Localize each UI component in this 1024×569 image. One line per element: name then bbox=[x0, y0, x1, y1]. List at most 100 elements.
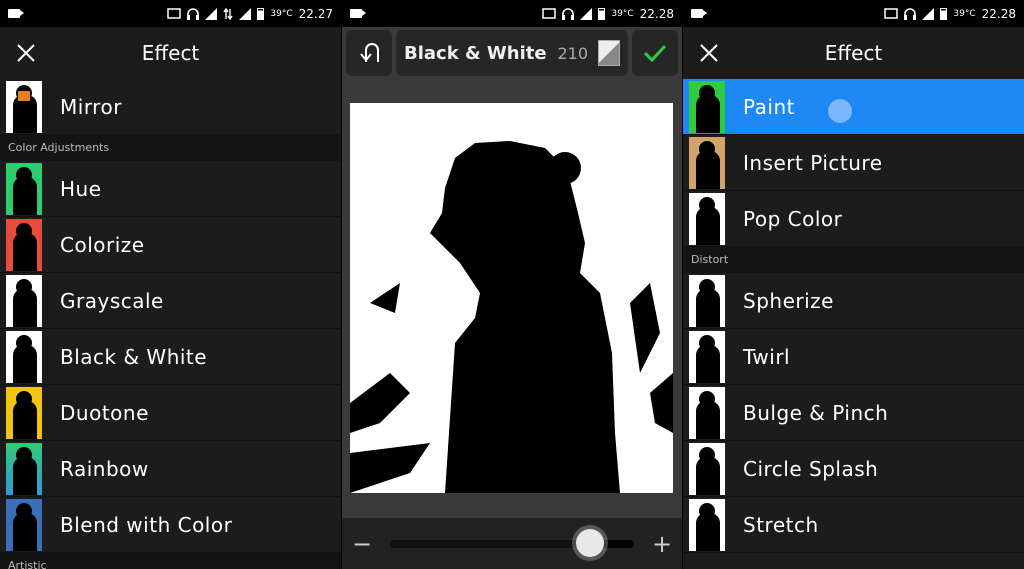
effect-thumbnail bbox=[689, 274, 725, 327]
editor-toolbar: Black & White 210 bbox=[342, 27, 682, 79]
section-header-color-adjustments: Color Adjustments bbox=[0, 135, 341, 161]
threshold-slider-bar: − + bbox=[342, 518, 682, 569]
effect-item-circle-splash[interactable]: Circle Splash bbox=[683, 441, 1024, 497]
effect-item-stretch[interactable]: Stretch bbox=[683, 497, 1024, 553]
effect-thumbnail bbox=[6, 386, 42, 439]
effect-label: Twirl bbox=[743, 344, 791, 369]
video-icon bbox=[350, 9, 366, 18]
effect-label: Circle Splash bbox=[743, 456, 879, 481]
effect-label: Black & White bbox=[60, 344, 208, 369]
effect-label: Mirror bbox=[60, 94, 122, 119]
effect-label: Bulge & Pinch bbox=[743, 400, 889, 425]
effect-thumbnail bbox=[6, 162, 42, 215]
effect-thumbnail bbox=[689, 386, 725, 439]
effect-item-duotone[interactable]: Duotone bbox=[0, 385, 341, 441]
effect-thumbnail bbox=[689, 80, 725, 133]
effect-label: Hue bbox=[60, 176, 102, 201]
status-bar: 39°C 22.28 bbox=[683, 0, 1024, 27]
temperature-text: 39°C bbox=[611, 8, 634, 19]
check-icon bbox=[643, 44, 667, 63]
effect-label: Paint bbox=[743, 94, 795, 119]
headphones-icon bbox=[187, 7, 200, 20]
headphones-icon bbox=[904, 7, 917, 20]
effect-thumbnail bbox=[6, 80, 42, 133]
effect-label: Grayscale bbox=[60, 288, 164, 313]
effect-thumbnail bbox=[689, 136, 725, 189]
touch-ripple bbox=[828, 99, 852, 123]
silhouette-image bbox=[350, 103, 673, 493]
effect-label: Blend with Color bbox=[60, 512, 233, 537]
slider-handle[interactable] bbox=[576, 528, 605, 557]
effect-label: Rainbow bbox=[60, 456, 149, 481]
effect-thumbnail bbox=[689, 498, 725, 551]
battery-icon bbox=[598, 7, 606, 20]
video-icon bbox=[691, 9, 707, 18]
effect-label: Duotone bbox=[60, 400, 149, 425]
effect-thumbnail bbox=[689, 192, 725, 245]
image-canvas[interactable] bbox=[350, 103, 673, 493]
effect-settings-box[interactable]: Black & White 210 bbox=[396, 30, 628, 76]
effect-item-black-and-white[interactable]: Black & White bbox=[0, 329, 341, 385]
effect-item-twirl[interactable]: Twirl bbox=[683, 329, 1024, 385]
color-swatch-icon[interactable] bbox=[598, 40, 620, 66]
clock-text: 22.28 bbox=[639, 6, 674, 21]
app-bar: Effect bbox=[683, 27, 1024, 79]
cast-icon bbox=[884, 7, 899, 19]
signal-icon bbox=[580, 7, 593, 20]
battery-icon bbox=[257, 7, 265, 20]
temperature-text: 39°C bbox=[270, 8, 293, 19]
close-button[interactable] bbox=[0, 27, 52, 79]
effect-item-mirror[interactable]: Mirror bbox=[0, 79, 341, 135]
effect-list-panel-right: 39°C 22.28 Effect Paint Insert Picture Pop… bbox=[683, 0, 1024, 569]
app-bar: Effect bbox=[0, 27, 341, 79]
effect-label: Pop Color bbox=[743, 206, 843, 231]
effect-item-rainbow[interactable]: Rainbow bbox=[0, 441, 341, 497]
effect-thumbnail bbox=[6, 498, 42, 551]
editor-panel: 39°C 22.28 Black & White 210 − + bbox=[342, 0, 682, 569]
headphones-icon bbox=[562, 7, 575, 20]
undo-button[interactable] bbox=[346, 30, 392, 76]
threshold-slider[interactable] bbox=[390, 528, 634, 557]
close-icon bbox=[17, 44, 35, 62]
clock-text: 22.27 bbox=[298, 6, 333, 21]
clock-text: 22.28 bbox=[981, 6, 1016, 21]
status-bar: 39°C 22.28 bbox=[342, 0, 682, 27]
increase-button[interactable]: + bbox=[652, 530, 672, 558]
effect-item-bulge-and-pinch[interactable]: Bulge & Pinch bbox=[683, 385, 1024, 441]
effect-item-colorize[interactable]: Colorize bbox=[0, 217, 341, 273]
effect-thumbnail bbox=[6, 442, 42, 495]
effect-item-paint[interactable]: Paint bbox=[683, 79, 1024, 135]
effect-thumbnail bbox=[6, 274, 42, 327]
battery-icon bbox=[940, 7, 948, 20]
effect-item-blend-with-color[interactable]: Blend with Color bbox=[0, 497, 341, 553]
temperature-text: 39°C bbox=[953, 8, 976, 19]
effect-item-insert-picture[interactable]: Insert Picture bbox=[683, 135, 1024, 191]
apply-button[interactable] bbox=[632, 30, 678, 76]
signal-icon bbox=[922, 7, 935, 20]
effect-list-panel-left: 39°C 22.27 Effect Mirror Color Adjustmen… bbox=[0, 0, 341, 569]
cast-icon bbox=[542, 7, 557, 19]
signal-icon-2 bbox=[239, 7, 252, 20]
effect-thumbnail bbox=[689, 330, 725, 383]
effect-label: Insert Picture bbox=[743, 150, 883, 175]
effect-label: Spherize bbox=[743, 288, 834, 313]
threshold-value: 210 bbox=[557, 43, 588, 63]
video-icon bbox=[8, 9, 24, 18]
effect-item-grayscale[interactable]: Grayscale bbox=[0, 273, 341, 329]
effect-item-hue[interactable]: Hue bbox=[0, 161, 341, 217]
effect-label: Stretch bbox=[743, 512, 819, 537]
effect-thumbnail bbox=[6, 218, 42, 271]
section-header-artistic: Artistic bbox=[0, 553, 341, 569]
effect-label: Colorize bbox=[60, 232, 145, 257]
close-button[interactable] bbox=[683, 27, 735, 79]
effect-thumbnail bbox=[6, 330, 42, 383]
effect-item-spherize[interactable]: Spherize bbox=[683, 273, 1024, 329]
effect-title: Black & White bbox=[404, 42, 547, 64]
decrease-button[interactable]: − bbox=[352, 530, 372, 558]
undo-icon bbox=[360, 43, 379, 62]
close-icon bbox=[700, 44, 718, 62]
status-bar: 39°C 22.27 bbox=[0, 0, 341, 27]
slider-fill bbox=[390, 539, 591, 548]
effect-item-pop-color[interactable]: Pop Color bbox=[683, 191, 1024, 247]
section-header-distort: Distort bbox=[683, 247, 1024, 273]
